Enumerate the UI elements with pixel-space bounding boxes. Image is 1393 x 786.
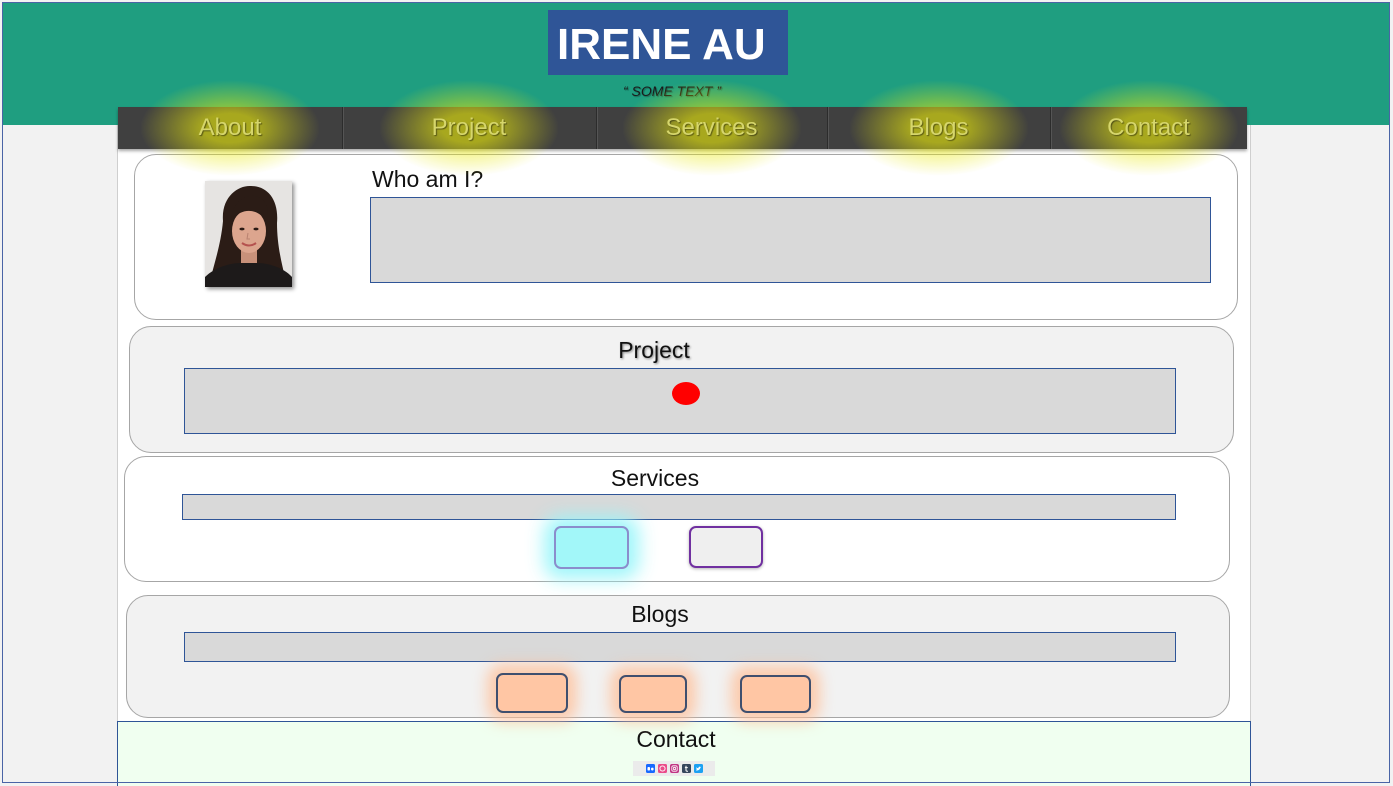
services-button-secondary[interactable] xyxy=(689,526,763,568)
twitter-icon[interactable] xyxy=(694,764,703,773)
blog-button-2[interactable] xyxy=(619,675,687,713)
red-dot-icon xyxy=(672,382,700,405)
services-content-bar xyxy=(182,494,1176,520)
instagram-icon-graphic xyxy=(670,764,679,773)
dribbble-icon-graphic xyxy=(658,764,667,773)
services-section: Services xyxy=(124,456,1230,582)
main-nav: About Project Services Blogs Contact xyxy=(118,80,1247,176)
nav-item-services[interactable]: Services xyxy=(596,80,827,176)
instagram-icon[interactable] xyxy=(670,764,679,773)
blogs-content-bar xyxy=(184,632,1176,662)
services-heading: Services xyxy=(610,465,700,491)
contact-heading: Contact xyxy=(636,726,716,752)
blogs-heading: Blogs xyxy=(631,601,689,627)
project-content-box xyxy=(184,368,1176,434)
services-button-primary[interactable] xyxy=(554,526,629,569)
tumblr-icon-graphic xyxy=(682,764,691,773)
twitter-icon-graphic xyxy=(694,764,703,773)
nav-item-label: Contact xyxy=(1107,114,1190,141)
about-heading: Who am I? xyxy=(372,166,484,192)
nav-item-contact[interactable]: Contact xyxy=(1050,80,1247,176)
social-links xyxy=(633,761,715,776)
page: IRENE AU “ SOME TEXT ” About Project Ser… xyxy=(0,0,1393,786)
nav-item-project[interactable]: Project xyxy=(342,80,596,176)
blogs-section: Blogs xyxy=(126,595,1230,718)
profile-photo xyxy=(205,181,292,287)
nav-item-blogs[interactable]: Blogs xyxy=(827,80,1050,176)
project-section: Project xyxy=(129,326,1234,453)
nav-item-label: Services xyxy=(665,114,758,141)
profile-photo-image xyxy=(205,181,292,287)
nav-item-label: About xyxy=(198,114,262,141)
contact-footer: Contact xyxy=(117,721,1251,786)
tumblr-icon[interactable] xyxy=(682,764,691,773)
blog-button-1[interactable] xyxy=(496,673,568,713)
dribbble-icon[interactable] xyxy=(658,764,667,773)
nav-item-label: Project xyxy=(431,114,507,141)
about-text-box xyxy=(370,197,1211,283)
behance-icon-graphic xyxy=(646,764,655,773)
about-section: Who am I? xyxy=(134,154,1238,320)
nav-item-label: Blogs xyxy=(908,114,969,141)
nav-item-about[interactable]: About xyxy=(118,80,342,176)
site-title-box: IRENE AU xyxy=(548,10,788,75)
project-heading: Project xyxy=(618,337,690,363)
site-tagline: “ SOME TEXT ” xyxy=(623,83,721,99)
site-title: IRENE AU xyxy=(557,20,766,69)
behance-icon[interactable] xyxy=(646,764,655,773)
blog-button-3[interactable] xyxy=(740,675,811,713)
